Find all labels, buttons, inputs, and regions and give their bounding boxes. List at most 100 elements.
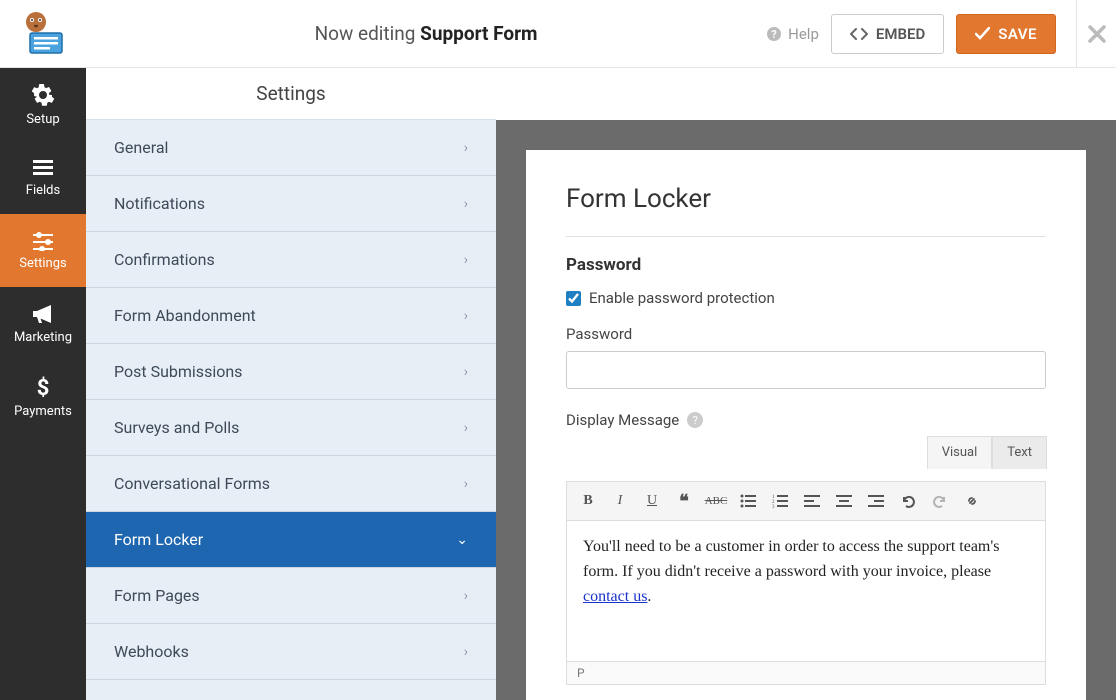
editor-tab-visual[interactable]: Visual — [927, 436, 993, 469]
settings-item-conversational-forms[interactable]: Conversational Forms › — [86, 456, 496, 512]
settings-item-post-submissions[interactable]: Post Submissions› — [86, 344, 496, 400]
check-icon — [975, 27, 990, 40]
nav-label: Marketing — [14, 330, 72, 345]
display-message-label: Display Message ? — [566, 411, 1046, 429]
help-link[interactable]: ? Help — [766, 25, 819, 43]
editor-text-post: . — [647, 588, 651, 605]
toolbar-undo[interactable] — [893, 486, 923, 516]
editor-status-path: P — [567, 661, 1045, 684]
nav-payments[interactable]: $ Payments — [0, 360, 86, 433]
chevron-right-icon: › — [464, 140, 468, 156]
main: Setup Fields Settings Marketing $ Paymen… — [0, 68, 1116, 700]
settings-column: Settings General› Notifications› Confirm… — [86, 68, 496, 700]
chevron-right-icon: › — [464, 588, 468, 604]
settings-item-form-locker[interactable]: Form Locker ⌄ — [86, 512, 496, 568]
editor-tabs: Visual Text — [566, 436, 1047, 469]
toolbar-link[interactable] — [957, 486, 987, 516]
editor-wrap: Visual Text B I U ❝ ABC 123 — [566, 436, 1046, 685]
editor: B I U ❝ ABC 123 — [566, 481, 1046, 685]
toolbar-italic[interactable]: I — [605, 486, 635, 516]
wpforms-logo-icon — [16, 11, 70, 57]
nav-label: Fields — [26, 183, 60, 198]
editor-body[interactable]: You'll need to be a customer in order to… — [567, 521, 1045, 661]
form-locker-panel: Form Locker Password Enable password pro… — [526, 150, 1086, 700]
nav-marketing[interactable]: Marketing — [0, 287, 86, 360]
svg-text:$: $ — [37, 376, 50, 399]
nav-settings[interactable]: Settings — [0, 214, 86, 287]
enable-password-checkbox[interactable] — [566, 291, 581, 306]
chevron-right-icon: › — [464, 308, 468, 324]
list-icon — [31, 158, 55, 178]
settings-item-form-abandonment[interactable]: Form Abandonment› — [86, 288, 496, 344]
toolbar-quote[interactable]: ❝ — [669, 486, 699, 516]
settings-item-surveys-polls[interactable]: Surveys and Polls› — [86, 400, 496, 456]
settings-item-general[interactable]: General › — [86, 120, 496, 176]
enable-password-row[interactable]: Enable password protection — [566, 289, 1046, 307]
toolbar-underline[interactable]: U — [637, 486, 667, 516]
panel-title: Form Locker — [566, 184, 1046, 214]
password-input[interactable] — [566, 351, 1046, 389]
chevron-right-icon: › — [464, 252, 468, 268]
close-button[interactable] — [1076, 0, 1116, 68]
nav-label: Settings — [19, 256, 66, 271]
settings-header: Settings — [86, 68, 496, 120]
editor-tab-text[interactable]: Text — [992, 436, 1047, 469]
chevron-right-icon: › — [464, 644, 468, 660]
save-button[interactable]: SAVE — [956, 14, 1056, 54]
settings-item-label: Conversational Forms — [114, 474, 270, 493]
nav-setup[interactable]: Setup — [0, 68, 86, 141]
toolbar-ul[interactable] — [733, 486, 763, 516]
editing-title: Now editing Support Form — [86, 22, 766, 45]
sliders-icon — [31, 231, 55, 251]
editor-link[interactable]: contact us — [583, 588, 647, 605]
settings-item-webhooks[interactable]: Webhooks › — [86, 624, 496, 680]
toolbar-redo[interactable] — [925, 486, 955, 516]
help-tooltip-icon[interactable]: ? — [687, 412, 703, 428]
nav-label: Setup — [26, 112, 59, 127]
dollar-icon: $ — [35, 375, 51, 399]
settings-item-label: Webhooks — [114, 642, 189, 661]
settings-item-label: Form Pages — [114, 586, 200, 605]
settings-list: General› Notifications› Confirmations› F… — [86, 120, 496, 700]
form-name: Support Form — [420, 22, 537, 45]
topbar-actions: ? Help EMBED SAVE — [766, 14, 1076, 54]
content-column: Form Locker Password Enable password pro… — [496, 68, 1116, 700]
settings-item-label: Notifications — [114, 194, 205, 213]
settings-item-label: Confirmations — [114, 250, 215, 269]
settings-item-label: General — [114, 138, 168, 157]
chevron-right-icon: › — [464, 420, 468, 436]
settings-item-label: Form Locker — [114, 530, 203, 549]
save-label: SAVE — [998, 25, 1037, 43]
editor-text-pre: You'll need to be a customer in order to… — [583, 538, 999, 580]
code-icon — [850, 27, 868, 41]
topbar: Now editing Support Form ? Help EMBED SA… — [0, 0, 1116, 68]
embed-button[interactable]: EMBED — [831, 14, 944, 54]
section-password-title: Password — [566, 255, 1046, 275]
chevron-down-icon: ⌄ — [456, 532, 468, 548]
nav-label: Payments — [14, 404, 72, 419]
chevron-right-icon: › — [464, 476, 468, 492]
help-label: Help — [788, 25, 819, 43]
toolbar-align-center[interactable] — [829, 486, 859, 516]
enable-password-label: Enable password protection — [589, 289, 775, 307]
settings-item-notifications[interactable]: Notifications› — [86, 176, 496, 232]
editor-toolbar: B I U ❝ ABC 123 — [567, 482, 1045, 521]
embed-label: EMBED — [876, 25, 925, 43]
svg-text:?: ? — [771, 28, 777, 41]
settings-item-confirmations[interactable]: Confirmations › — [86, 232, 496, 288]
settings-item-form-pages[interactable]: Form Pages › — [86, 568, 496, 624]
close-icon — [1088, 25, 1106, 43]
toolbar-strike[interactable]: ABC — [701, 486, 731, 516]
toolbar-bold[interactable]: B — [573, 486, 603, 516]
toolbar-align-left[interactable] — [797, 486, 827, 516]
settings-item-label: Post Submissions — [114, 362, 242, 381]
toolbar-ol[interactable]: 123 — [765, 486, 795, 516]
password-field-label: Password — [566, 325, 1046, 343]
toolbar-align-right[interactable] — [861, 486, 891, 516]
nav-fields[interactable]: Fields — [0, 141, 86, 214]
leftnav: Setup Fields Settings Marketing $ Paymen… — [0, 68, 86, 700]
content-area: Form Locker Password Enable password pro… — [496, 120, 1116, 700]
logo — [0, 0, 86, 67]
bullhorn-icon — [31, 303, 55, 325]
divider — [566, 236, 1046, 237]
